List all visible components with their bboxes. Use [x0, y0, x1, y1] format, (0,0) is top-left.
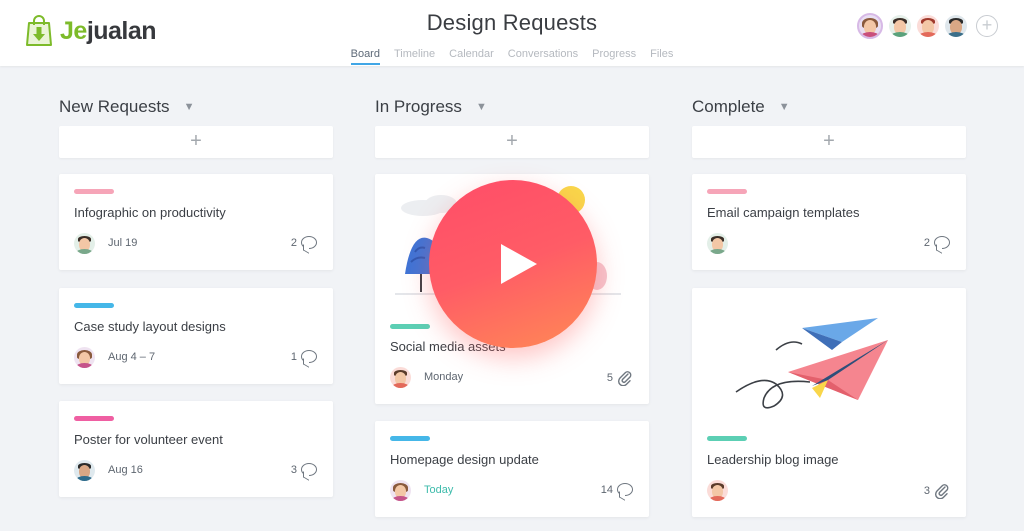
comment-count[interactable]: 1	[291, 350, 317, 363]
comment-count[interactable]: 3	[291, 463, 317, 476]
task-card[interactable]: Homepage design update Today 14	[375, 421, 649, 517]
paperclip-icon	[617, 371, 632, 386]
comment-icon	[617, 483, 633, 496]
member-avatars: +	[857, 13, 998, 39]
attachment-count[interactable]: 5	[607, 370, 633, 386]
tab-files[interactable]: Files	[650, 48, 673, 65]
comment-icon	[301, 350, 317, 363]
comment-icon	[301, 236, 317, 249]
add-task-button[interactable]: +	[375, 126, 649, 158]
due-date: Today	[424, 484, 454, 496]
card-title: Infographic on productivity	[74, 205, 226, 220]
task-card[interactable]: Email campaign templates 2	[692, 174, 966, 270]
chevron-down-icon[interactable]: ▼	[184, 101, 195, 113]
chevron-down-icon[interactable]: ▼	[476, 101, 487, 113]
attachment-count-value: 3	[923, 485, 930, 497]
color-tag	[390, 436, 430, 441]
tab-calendar[interactable]: Calendar	[449, 48, 494, 65]
task-card[interactable]: Poster for volunteer event Aug 16 3	[59, 401, 333, 497]
color-tag	[74, 303, 114, 308]
comment-count-value: 1	[290, 350, 297, 363]
card-title: Homepage design update	[390, 452, 539, 467]
add-task-button[interactable]: +	[692, 126, 966, 158]
card-title: Poster for volunteer event	[74, 432, 223, 447]
color-tag	[707, 189, 747, 194]
avatar[interactable]	[945, 15, 967, 37]
video-play-button[interactable]	[429, 180, 597, 348]
comment-icon	[301, 463, 317, 476]
tab-progress[interactable]: Progress	[592, 48, 636, 65]
assignee-avatar[interactable]	[74, 460, 95, 481]
color-tag	[707, 436, 747, 441]
column-title: In Progress	[375, 97, 462, 116]
due-date: Jul 19	[108, 237, 138, 249]
due-date: Monday	[424, 371, 464, 383]
card-title: Case study layout designs	[74, 319, 226, 334]
comment-count[interactable]: 2	[924, 236, 950, 249]
top-bar: Jejualan Design Requests Board Timeline …	[0, 0, 1024, 66]
comment-count[interactable]: 14	[601, 483, 633, 496]
color-tag	[74, 189, 114, 194]
task-card[interactable]: Infographic on productivity Jul 19 2	[59, 174, 333, 270]
task-card[interactable]: Case study layout designs Aug 4 – 7 1	[59, 288, 333, 384]
comment-count-value: 3	[290, 463, 297, 476]
assignee-avatar[interactable]	[707, 480, 728, 501]
avatar[interactable]	[857, 13, 883, 39]
column-title: New Requests	[59, 97, 170, 116]
card-title: Leadership blog image	[707, 452, 839, 467]
column-header-complete: Complete ▼	[692, 97, 790, 117]
comment-icon	[934, 236, 950, 249]
assignee-avatar[interactable]	[74, 347, 95, 368]
card-title: Email campaign templates	[707, 205, 860, 220]
play-icon	[501, 244, 537, 284]
add-member-button[interactable]: +	[976, 15, 998, 37]
project-tabs: Board Timeline Calendar Conversations Pr…	[0, 48, 1024, 65]
assignee-avatar[interactable]	[74, 233, 95, 254]
attachment-count-value: 5	[606, 372, 613, 384]
task-card[interactable]: Leadership blog image 3	[692, 288, 966, 517]
comment-count[interactable]: 2	[291, 236, 317, 249]
paper-plane-illustration	[735, 318, 888, 409]
tab-conversations[interactable]: Conversations	[508, 48, 578, 65]
paperclip-icon	[934, 484, 949, 499]
comment-count-value: 2	[923, 236, 930, 249]
add-task-button[interactable]: +	[59, 126, 333, 158]
column-header-new-requests: New Requests ▼	[59, 97, 194, 117]
avatar[interactable]	[889, 15, 911, 37]
due-date: Aug 4 – 7	[108, 351, 156, 363]
tab-timeline[interactable]: Timeline	[394, 48, 435, 65]
attachment-count[interactable]: 3	[924, 483, 950, 499]
assignee-avatar[interactable]	[707, 233, 728, 254]
assignee-avatar[interactable]	[390, 480, 411, 501]
tab-board[interactable]: Board	[350, 48, 380, 65]
avatar[interactable]	[917, 15, 939, 37]
comment-count-value: 2	[290, 236, 297, 249]
column-header-in-progress: In Progress ▼	[375, 97, 487, 117]
due-date: Aug 16	[108, 464, 143, 476]
comment-count-value: 14	[600, 483, 613, 496]
color-tag	[74, 416, 114, 421]
color-tag	[390, 324, 430, 329]
chevron-down-icon[interactable]: ▼	[779, 101, 790, 113]
column-title: Complete	[692, 97, 765, 116]
assignee-avatar[interactable]	[390, 367, 411, 388]
